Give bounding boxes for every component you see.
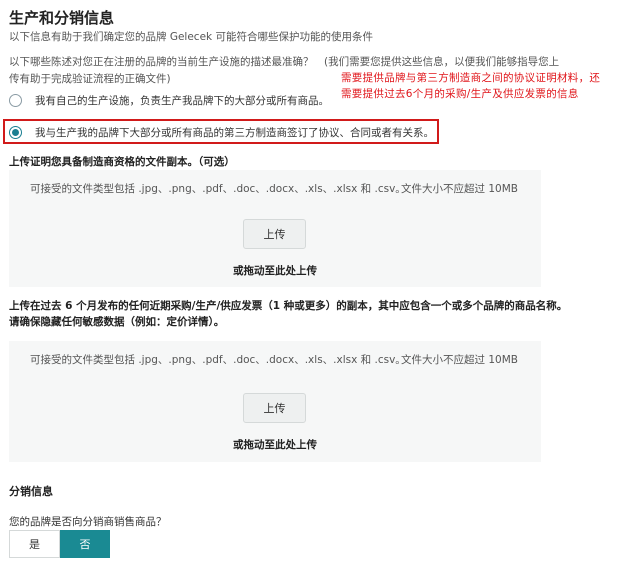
- radio-option-label: 我与生产我的品牌下大部分或所有商品的第三方制造商签订了协议、合同或者有关系。: [35, 127, 434, 139]
- distribution-heading: 分销信息: [9, 485, 53, 498]
- radio-button-selected[interactable]: [9, 126, 22, 139]
- upload-invoice-heading: 上传在过去 6 个月发布的任何近期采购/生产/供应发票（1 种或更多）的副本，其…: [9, 300, 568, 328]
- upload-dropzone-manufacturer[interactable]: 可接受的文件类型包括 .jpg、.png、.pdf、.doc、.docx、.xl…: [9, 170, 541, 287]
- distribution-question: 您的品牌是否向分销商销售商品？: [9, 516, 167, 528]
- page-subtitle: 以下信息有助于我们确定您的品牌 Gelecek 可能符合哪些保护功能的使用条件: [9, 31, 373, 43]
- file-size-limit: 文件大小不应超过 10MB: [401, 354, 518, 366]
- yes-button[interactable]: 是: [9, 530, 60, 558]
- annotation-note: 需要提供品牌与第三方制造商之间的协议证明材料，还需要提供过去6个月的采购/生产及…: [341, 72, 601, 100]
- accepted-file-types: 可接受的文件类型包括 .jpg、.png、.pdf、.doc、.docx、.xl…: [30, 183, 406, 195]
- file-size-limit: 文件大小不应超过 10MB: [401, 183, 518, 195]
- radio-option-third-party[interactable]: 我与生产我的品牌下大部分或所有商品的第三方制造商签订了协议、合同或者有关系。: [9, 125, 434, 140]
- drag-drop-text: 或拖动至此处上传: [233, 265, 317, 277]
- drag-drop-text: 或拖动至此处上传: [233, 439, 317, 451]
- radio-option-label: 我有自己的生产设施，负责生产我品牌下的大部分或所有商品。: [35, 95, 329, 107]
- upload-dropzone-invoice[interactable]: 可接受的文件类型包括 .jpg、.png、.pdf、.doc、.docx、.xl…: [9, 341, 541, 462]
- page-title: 生产和分销信息: [9, 9, 115, 27]
- upload-button[interactable]: 上传: [243, 219, 306, 249]
- accepted-file-types: 可接受的文件类型包括 .jpg、.png、.pdf、.doc、.docx、.xl…: [30, 354, 406, 366]
- radio-button[interactable]: [9, 94, 22, 107]
- no-button[interactable]: 否: [60, 530, 110, 558]
- upload-manufacturer-heading: 上传证明您具备制造商资格的文件副本。（可选）: [9, 156, 235, 168]
- radio-option-own-facility[interactable]: 我有自己的生产设施，负责生产我品牌下的大部分或所有商品。: [9, 93, 329, 108]
- upload-button[interactable]: 上传: [243, 393, 306, 423]
- distribution-toggle: 是 否: [9, 530, 110, 558]
